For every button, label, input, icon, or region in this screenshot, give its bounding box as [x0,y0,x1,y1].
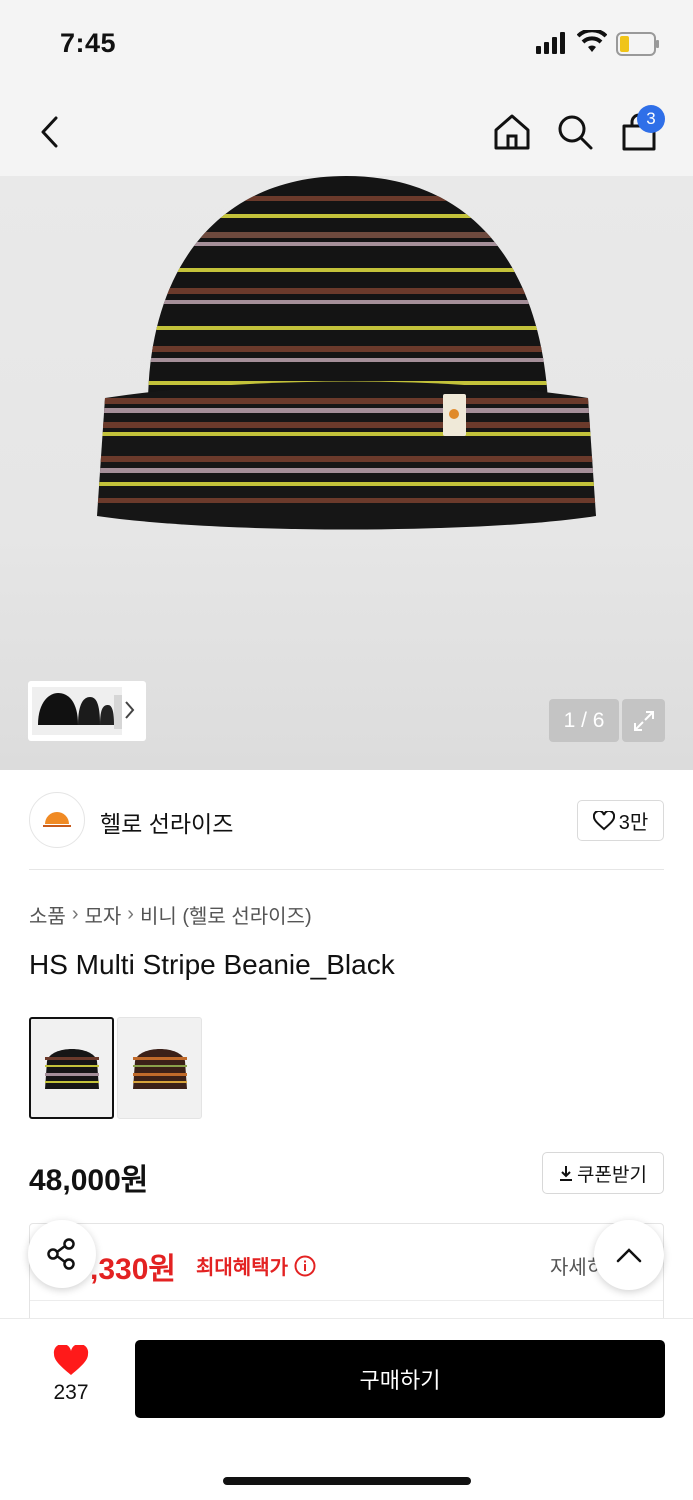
product-image-gallery[interactable]: 1 / 6 [0,176,693,770]
battery-icon [616,32,659,56]
brand-row: 헬로 선라이즈 3만 [0,770,693,870]
max-benefit-label: 최대혜택가 [196,1251,316,1280]
info-icon[interactable] [294,1255,316,1277]
brand-name[interactable]: 헬로 선라이즈 [100,805,233,839]
divider [30,1300,663,1301]
thumbnail-strip[interactable] [28,681,146,741]
share-button[interactable] [28,1220,96,1288]
color-option-black[interactable] [29,1017,114,1119]
coupon-button[interactable]: 쿠폰받기 [542,1152,664,1194]
signal-icon [536,32,565,54]
brand-like-button[interactable]: 3만 [577,800,664,841]
sunrise-logo-icon [43,812,71,827]
heart-outline-icon [592,810,615,830]
chevron-right-icon [125,701,135,719]
breadcrumb: 소품 › 모자 › 비니 (헬로 선라이즈) [29,900,312,929]
product-title: HS Multi Stripe Beanie_Black [29,949,395,980]
product-price: 48,000원 [29,1164,149,1197]
chevron-right-icon: › [127,903,134,925]
download-icon [560,1166,573,1181]
breadcrumb-item[interactable]: 소품 [29,900,66,929]
search-icon [558,115,593,150]
divider [29,869,664,870]
back-button[interactable] [24,106,76,158]
chevron-left-icon [41,116,58,148]
coupon-label: 쿠폰받기 [577,1164,647,1186]
breadcrumb-item[interactable]: 모자 [84,900,121,929]
wifi-icon [577,30,607,52]
breadcrumb-item[interactable]: 비니 (헬로 선라이즈) [140,900,312,929]
max-benefit-box[interactable]: ,330원 최대혜택가 자세히 [29,1223,664,1323]
bottom-action-bar: 237 구매하기 [0,1318,693,1500]
expand-icon [633,710,654,731]
thumbnail-image [32,687,122,735]
heart-filled-icon [53,1345,89,1375]
swatch-image [44,1049,99,1089]
chevron-up-icon [616,1248,642,1263]
detail-link[interactable]: 자세히 [550,1251,598,1280]
cart-count-badge: 3 [637,105,665,133]
color-option-brown[interactable] [117,1017,202,1119]
top-nav [0,88,693,176]
wishlist-button[interactable]: 237 [35,1345,107,1405]
image-counter: 1 / 6 [549,699,619,742]
max-benefit-price: ,330원 [90,1253,176,1286]
scroll-top-button[interactable] [594,1220,664,1290]
brand-logo[interactable] [29,792,85,848]
buy-button[interactable]: 구매하기 [135,1340,665,1418]
max-benefit-text: 최대혜택가 [196,1257,288,1279]
home-icon [494,114,530,150]
swatch-image [132,1049,187,1089]
status-time: 7:45 [60,28,117,58]
search-button[interactable] [549,106,601,158]
wishlist-count: 237 [53,1381,89,1404]
chevron-right-icon: › [71,903,79,925]
home-indicator [223,1477,471,1485]
expand-button[interactable] [622,699,665,742]
share-icon [47,1238,75,1270]
home-button[interactable] [486,106,538,158]
brand-like-count: 3만 [618,812,649,834]
status-bar: 7:45 [0,0,693,88]
